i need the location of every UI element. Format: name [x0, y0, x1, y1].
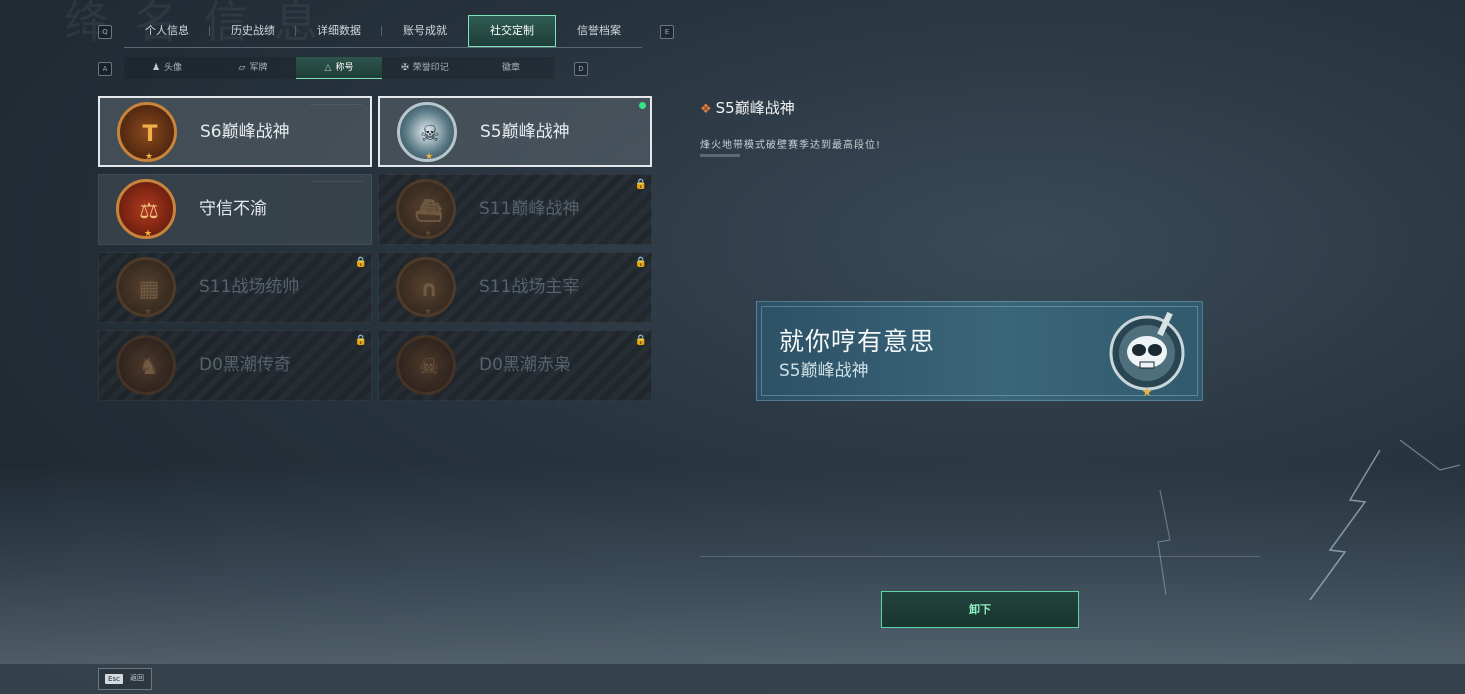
svg-text:★: ★ — [1142, 385, 1153, 396]
subtab-avatar[interactable]: ♟ 头像 — [124, 57, 210, 79]
subtab-dogtag[interactable]: ▱ 军牌 — [210, 57, 296, 79]
footer-bar — [0, 664, 1465, 694]
tab-achievements[interactable]: 账号成就 — [382, 15, 468, 47]
next-tab-key-hint: E — [660, 25, 674, 39]
prev-subtab-key-hint: A — [98, 62, 112, 76]
tab-personal-info[interactable]: 个人信息 — [124, 15, 210, 47]
title-card[interactable]: ⛴ ★ S11巅峰战神 🔒 — [378, 174, 652, 245]
tab-detailed-stats[interactable]: 详细数据 — [296, 15, 382, 47]
title-card[interactable]: ☠ D0黑潮赤枭 🔒 — [378, 330, 652, 401]
tab-credit-record[interactable]: 信誉档案 — [556, 15, 642, 47]
unequip-button[interactable]: 卸下 — [881, 591, 1079, 628]
lock-icon: 🔒 — [354, 257, 367, 268]
dogtag-icon: ▱ — [238, 63, 246, 73]
lock-icon: 🔒 — [354, 335, 367, 346]
subtab-title[interactable]: △ 称号 — [296, 57, 382, 79]
back-label: 返回 — [130, 674, 144, 682]
main-tab-bar: Q 个人信息 历史战绩 详细数据 账号成就 社交定制 信誉档案 E — [96, 15, 676, 48]
sub-tabs: ♟ 头像 ▱ 军牌 △ 称号 ✠ 荣誉印记 徽章 — [124, 57, 554, 79]
back-button[interactable]: Esc 返回 — [98, 668, 152, 690]
lock-icon: 🔒 — [634, 257, 647, 268]
prev-tab-key-hint: Q — [98, 25, 112, 39]
honor-mark-icon: ✠ — [401, 63, 409, 73]
detail-title: ❖ S5巅峰战神 — [700, 99, 795, 117]
divider — [700, 556, 1260, 557]
main-tabs: 个人信息 历史战绩 详细数据 账号成就 社交定制 信誉档案 — [124, 15, 642, 48]
detail-description: 烽火地带模式破壁赛季达到最高段位! — [700, 140, 882, 151]
title-preview-plate: 就你哼有意思 S5巅峰战神 ★ — [756, 301, 1203, 401]
equipped-indicator — [639, 102, 646, 109]
next-subtab-key-hint: D — [574, 62, 588, 76]
title-card[interactable]: ⚖ ★ 守信不渝 — [98, 174, 372, 245]
boat-medal-icon: ⛴ ★ — [396, 179, 456, 239]
subtab-honor-mark[interactable]: ✠ 荣誉印记 — [382, 57, 468, 79]
title-icon: △ — [324, 63, 332, 73]
person-icon: ♟ — [151, 63, 161, 73]
plate-player-name: 就你哼有意思 — [779, 327, 936, 356]
detail-underline — [700, 154, 740, 157]
lock-icon: 🔒 — [634, 335, 647, 346]
diver-skull-medal-icon: ★ — [1109, 311, 1185, 396]
title-card[interactable]: ☠ ★ S5巅峰战神 — [378, 96, 652, 167]
scales-medal-icon: ⚖ ★ — [116, 179, 176, 239]
diamond-icon: ❖ — [700, 102, 712, 117]
sub-tab-bar: A ♟ 头像 ▱ 军牌 △ 称号 ✠ 荣誉印记 徽章 D — [96, 57, 590, 79]
esc-key-hint: Esc — [105, 674, 123, 684]
lightning-decoration — [1157, 439, 1460, 600]
title-card[interactable]: ♞ D0黑潮传奇 🔒 — [98, 330, 372, 401]
title-card[interactable]: ∩ ★ S11战场主宰 🔒 — [378, 252, 652, 323]
diver-skull-medal-icon: ☠ ★ — [397, 102, 457, 162]
arch-medal-icon: ∩ ★ — [396, 257, 456, 317]
plate-title-name: S5巅峰战神 — [779, 361, 869, 381]
tank-medal-icon: ▦ ★ — [116, 257, 176, 317]
subtab-badge[interactable]: 徽章 — [468, 57, 554, 79]
tab-social-customization[interactable]: 社交定制 — [468, 15, 556, 47]
title-card[interactable]: T ★ S6巅峰战神 — [98, 96, 372, 167]
hooded-medal-icon: ♞ — [116, 335, 176, 395]
shield-t-medal-icon: T ★ — [117, 102, 177, 162]
title-card[interactable]: ▦ ★ S11战场统帅 🔒 — [98, 252, 372, 323]
owl-skull-medal-icon: ☠ — [396, 335, 456, 395]
tab-match-history[interactable]: 历史战绩 — [210, 15, 296, 47]
lock-icon: 🔒 — [634, 179, 647, 190]
